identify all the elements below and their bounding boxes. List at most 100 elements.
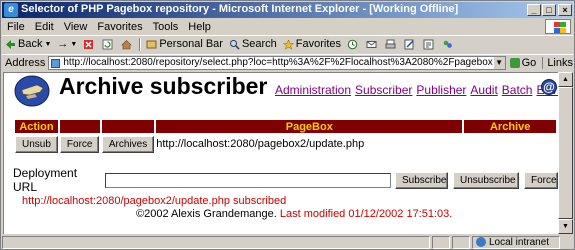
copyright-text: ©2002 Alexis Grandemange.: [136, 208, 277, 220]
mail-button[interactable]: [363, 37, 382, 52]
menu-edit[interactable]: Edit: [30, 20, 59, 34]
force-row-button[interactable]: Force: [59, 135, 100, 153]
status-message: http://localhost:2080/pagebox2/update.ph…: [22, 195, 287, 207]
edit-icon: [404, 39, 414, 49]
header-pagebox: PageBox: [156, 120, 463, 133]
stop-icon: [84, 39, 94, 49]
address-dropdown-icon[interactable]: ▼: [492, 56, 505, 69]
search-button[interactable]: Search: [226, 37, 280, 52]
page-footer: ©2002 Alexis Grandemange. Last modified …: [136, 208, 452, 220]
zone-label: Local intranet: [489, 236, 550, 248]
toolbar-separator: [139, 37, 142, 51]
last-modified-text: Last modified 01/12/2002 17:51:03.: [279, 208, 453, 220]
go-button[interactable]: Go: [509, 56, 537, 69]
subscribe-button[interactable]: Subscribe: [395, 171, 448, 189]
status-offline-pane: [452, 235, 470, 249]
header-blank-1: [59, 120, 100, 133]
nav-subscriber[interactable]: Subscriber: [355, 83, 412, 97]
menu-favorites[interactable]: Favorites: [92, 20, 147, 34]
search-icon: [229, 39, 240, 50]
toolbar: Back ▼ → ▼ Personal Bar Search Favorites: [2, 35, 573, 52]
status-text-pane: [2, 235, 430, 249]
address-url: http://localhost:2080/repository/select.…: [63, 57, 506, 68]
page-content: Archive subscriber Administration Subscr…: [3, 72, 558, 234]
favorites-button[interactable]: Favorites: [280, 37, 344, 52]
back-arrow-icon: [6, 39, 15, 49]
personal-bar-button[interactable]: Personal Bar: [143, 37, 226, 52]
history-button[interactable]: [344, 37, 363, 52]
intranet-zone-icon: [476, 237, 486, 247]
print-icon: [385, 39, 396, 48]
address-bar: Address http://localhost:2080/repository…: [2, 54, 573, 70]
scroll-up-icon[interactable]: ▲: [558, 72, 573, 87]
force-button[interactable]: Force: [524, 171, 558, 189]
menu-tools[interactable]: Tools: [148, 20, 184, 34]
header-blank-2: [101, 120, 155, 133]
menu-help[interactable]: Help: [183, 20, 216, 34]
scroll-down-icon[interactable]: ▼: [558, 219, 573, 234]
maximize-button[interactable]: □: [542, 4, 556, 16]
personal-bar-label: Personal Bar: [159, 38, 223, 50]
subscription-table: Action PageBox Archive Unsub Force Archi…: [13, 118, 558, 155]
go-label: Go: [521, 56, 537, 69]
header-action: Action: [15, 120, 58, 133]
browser-window: e Selector of PHP Pagebox repository - M…: [0, 0, 575, 250]
forward-dropdown-icon: ▼: [70, 40, 78, 48]
nav-batch[interactable]: Batch: [502, 83, 533, 97]
mail-icon: [366, 40, 377, 48]
stop-button[interactable]: [80, 37, 99, 52]
discuss-button[interactable]: [420, 37, 439, 52]
pagebox-logo-icon: [14, 75, 50, 107]
forward-arrow-icon: →: [57, 38, 69, 50]
menu-bar: File Edit View Favorites Tools Help: [2, 19, 573, 34]
vertical-scrollbar[interactable]: ▲ ▼: [558, 72, 573, 234]
history-icon: [347, 39, 358, 49]
windows-logo-icon: [545, 19, 571, 34]
security-zone-pane: Local intranet: [472, 235, 560, 249]
nav-links: Administration Subscriber Publisher Audi…: [275, 83, 558, 97]
close-button[interactable]: ×: [558, 4, 572, 16]
deployment-url-input[interactable]: [104, 172, 391, 188]
favorites-label: Favorites: [295, 38, 342, 50]
title-bar[interactable]: e Selector of PHP Pagebox repository - M…: [2, 2, 573, 18]
scroll-thumb[interactable]: [558, 87, 573, 219]
print-button[interactable]: [382, 37, 401, 52]
table-header-row: Action PageBox Archive: [15, 120, 556, 133]
back-dropdown-icon[interactable]: ▼: [44, 41, 51, 48]
archives-button[interactable]: Archives: [101, 135, 155, 153]
search-label: Search: [241, 38, 277, 50]
go-arrow-icon: [509, 57, 520, 68]
minimize-button[interactable]: _: [527, 4, 541, 16]
home-button[interactable]: [118, 37, 137, 52]
favorites-icon: [282, 38, 294, 50]
nav-publisher[interactable]: Publisher: [416, 83, 466, 97]
mail-at-icon[interactable]: @: [541, 79, 557, 95]
personal-bar-icon: [146, 40, 157, 48]
unsubscribe-button[interactable]: Unsubscribe: [453, 171, 519, 189]
discuss-icon: [423, 39, 434, 49]
edit-button[interactable]: [401, 37, 420, 52]
pagebox-url-cell: http://localhost:2080/pagebox2/update.ph…: [156, 138, 365, 150]
deployment-url-label: Deployment URL: [13, 166, 78, 194]
status-bar: Local intranet: [2, 235, 573, 249]
links-button[interactable]: Links: [542, 56, 573, 69]
messenger-button[interactable]: [439, 37, 458, 52]
page-title: Archive subscriber: [59, 73, 268, 99]
nav-administration[interactable]: Administration: [275, 83, 351, 97]
page-icon: [51, 58, 61, 68]
unsub-button[interactable]: Unsub: [15, 135, 58, 153]
ie-icon: e: [4, 3, 18, 17]
back-button[interactable]: Back ▼: [2, 37, 54, 52]
messenger-icon: [443, 40, 452, 48]
menu-file[interactable]: File: [2, 20, 30, 34]
home-icon: [121, 39, 133, 49]
address-input[interactable]: http://localhost:2080/repository/select.…: [48, 55, 506, 70]
back-label: Back: [18, 38, 43, 50]
refresh-icon: [102, 39, 113, 49]
nav-audit[interactable]: Audit: [470, 83, 497, 97]
menu-view[interactable]: View: [59, 20, 93, 34]
status-progress-pane: [432, 235, 450, 249]
forward-button[interactable]: → ▼: [54, 37, 80, 52]
header-archive: Archive: [464, 120, 556, 133]
refresh-button[interactable]: [99, 37, 118, 52]
